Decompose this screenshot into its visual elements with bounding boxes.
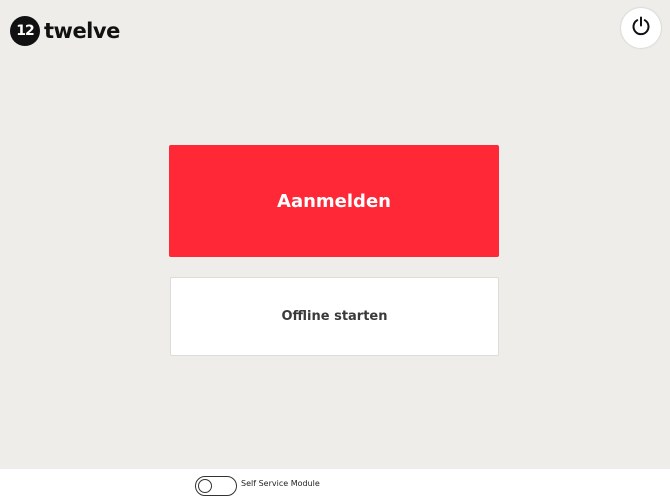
twelve-logo-mark: 12 — [10, 16, 40, 46]
login-button-label: Aanmelden — [277, 190, 391, 212]
logo-wordmark: twelve — [44, 19, 120, 43]
footer-bar: Self Service Module — [0, 469, 670, 503]
self-service-toggle-label: Self Service Module — [241, 479, 320, 488]
login-button[interactable]: Aanmelden — [169, 145, 499, 257]
self-service-toggle[interactable] — [195, 476, 237, 496]
logo-mark-text: 12 — [16, 23, 35, 39]
offline-start-label: Offline starten — [281, 309, 388, 324]
offline-start-button[interactable]: Offline starten — [170, 277, 499, 356]
power-button[interactable] — [621, 8, 661, 48]
power-icon — [630, 15, 652, 41]
toggle-knob — [198, 479, 212, 493]
twelve-logo: 12 twelve — [10, 16, 120, 46]
